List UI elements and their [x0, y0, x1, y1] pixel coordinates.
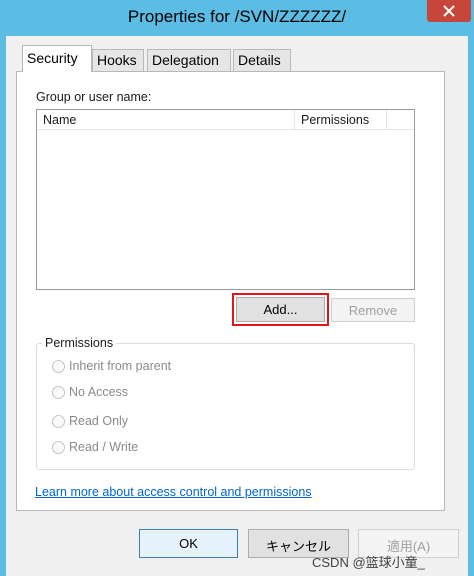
user-list[interactable]: Name Permissions	[36, 109, 415, 290]
tab-delegation[interactable]: Delegation	[147, 49, 231, 71]
radio-label: Read Only	[69, 414, 129, 428]
radio-label: Read / Write	[69, 440, 139, 454]
list-header: Name Permissions	[37, 110, 414, 130]
radio-inherit[interactable]: Inherit from parent	[52, 358, 171, 374]
group-or-user-label: Group or user name:	[36, 90, 152, 104]
tab-hooks[interactable]: Hooks	[92, 49, 144, 71]
tab-security[interactable]: Security	[22, 45, 92, 72]
permissions-group-title: Permissions	[42, 336, 117, 350]
help-link[interactable]: Learn more about access control and perm…	[35, 485, 312, 499]
column-header-permissions[interactable]: Permissions	[295, 110, 387, 130]
ok-button[interactable]: OK	[139, 529, 238, 558]
radio-no-access[interactable]: No Access	[52, 384, 128, 400]
radio-read-only[interactable]: Read Only	[52, 413, 128, 429]
radio-label: Inherit from parent	[69, 359, 172, 373]
watermark-text: CSDN @篮球小童_	[312, 555, 425, 570]
radio-read-write[interactable]: Read / Write	[52, 439, 138, 455]
tab-details[interactable]: Details	[233, 49, 291, 71]
window-title: Properties for /SVN/ZZZZZZ/	[127, 7, 347, 26]
radio-icon	[52, 359, 65, 373]
radio-icon	[52, 414, 65, 428]
title-bar[interactable]: Properties for /SVN/ZZZZZZ/	[0, 0, 474, 36]
column-header-name[interactable]: Name	[37, 110, 295, 130]
radio-icon	[52, 440, 65, 454]
radio-label: No Access	[69, 385, 129, 399]
radio-icon	[52, 385, 65, 399]
close-button[interactable]	[427, 0, 471, 22]
close-icon	[443, 5, 455, 17]
remove-button[interactable]: Remove	[331, 298, 415, 322]
add-button-highlight	[232, 293, 329, 326]
